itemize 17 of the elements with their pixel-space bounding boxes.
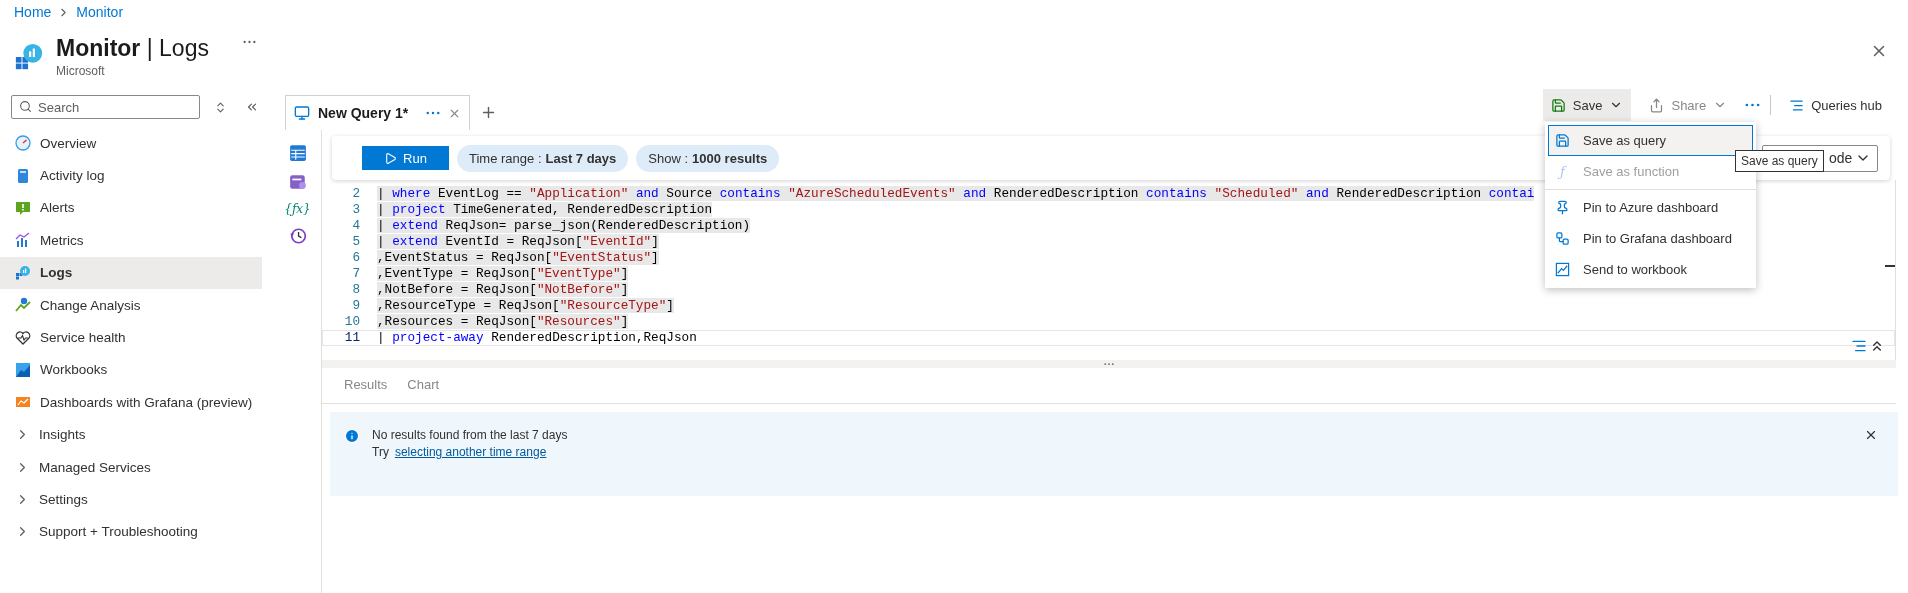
line-number: 9 [351, 298, 360, 314]
tooltip: Save as query [1735, 150, 1824, 172]
function-icon: ƒ [1555, 164, 1570, 179]
banner-hint: Try [372, 445, 389, 459]
line-number: 11 [343, 330, 360, 346]
page-title: Monitor | Logs [56, 34, 209, 62]
page-subtitle: Microsoft [56, 64, 106, 78]
banner-message: No results found from the last 7 days [372, 428, 568, 442]
code-line: | project-away RenderedDescription,ReqJson [377, 330, 697, 346]
line-number: 10 [343, 314, 360, 330]
line-number: 5 [351, 233, 360, 249]
line-number: 7 [351, 266, 360, 281]
line-number: 6 [351, 249, 360, 265]
line-number: 8 [351, 282, 360, 298]
line-number: 4 [351, 217, 360, 233]
line-number: 3 [351, 201, 360, 217]
line-number: 2 [351, 185, 360, 201]
